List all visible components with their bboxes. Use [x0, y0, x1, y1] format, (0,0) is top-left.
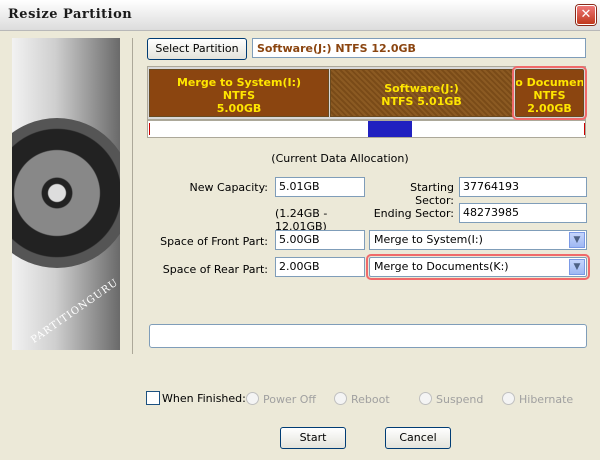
radio-dot: [502, 392, 515, 405]
front-part-combo-value: Merge to System(I:): [374, 233, 483, 246]
partition-name: to Documents: [515, 76, 584, 89]
chevron-down-icon[interactable]: ▼: [569, 232, 585, 248]
radio-dot: [334, 392, 347, 405]
radio-label: Suspend: [436, 393, 484, 406]
partition-name: Software(J:): [384, 82, 459, 95]
radio-label: Reboot: [351, 393, 390, 406]
selected-partition-text: Software(J:) NTFS 12.0GB: [257, 42, 416, 55]
new-capacity-field[interactable]: 5.01GB: [275, 177, 365, 197]
title-bar: Resize Partition ✕: [0, 0, 600, 31]
radio-hibernate[interactable]: Hibernate: [502, 392, 573, 406]
starting-sector-field[interactable]: 37764193: [459, 177, 587, 197]
front-part-label: Space of Front Part:: [160, 235, 268, 248]
radio-suspend[interactable]: Suspend: [419, 392, 483, 406]
partition-block-system[interactable]: Merge to System(I:) NTFS 5.00GB: [149, 69, 329, 117]
window-title: Resize Partition: [8, 7, 133, 22]
partition-fs: NTFS: [222, 89, 256, 102]
start-button[interactable]: Start: [280, 427, 346, 449]
allocation-used: [368, 121, 412, 137]
partition-block-documents[interactable]: to Documents NTFS 2.00GB: [512, 66, 587, 120]
allocation-caption: (Current Data Allocation): [271, 152, 409, 165]
new-capacity-label: New Capacity:: [189, 181, 268, 194]
hard-disk-image: [12, 118, 120, 268]
brand-watermark: PARTITIONGURU: [29, 277, 120, 346]
ending-sector-label: Ending Sector:: [373, 207, 454, 220]
rear-part-combo-value: Merge to Documents(K:): [374, 260, 509, 273]
chevron-down-icon[interactable]: ▼: [569, 259, 585, 275]
radio-dot: [246, 392, 259, 405]
resize-partition-window: Resize Partition ✕ PARTITIONGURU Select …: [0, 0, 600, 460]
radio-label: Power Off: [263, 393, 316, 406]
data-allocation-bar: [147, 120, 586, 138]
divider: [132, 38, 133, 354]
rear-part-combo[interactable]: Merge to Documents(K:) ▼: [366, 254, 590, 280]
select-partition-button[interactable]: Select Partition: [147, 38, 247, 60]
rear-part-field[interactable]: 2.00GB: [275, 257, 365, 277]
partition-fs-size: NTFS 5.01GB: [381, 95, 462, 108]
partition-name: Merge to System(I:): [176, 76, 301, 89]
radio-reboot[interactable]: Reboot: [334, 392, 390, 406]
partition-fs: NTFS: [533, 89, 566, 102]
radio-dot: [419, 392, 432, 405]
when-finished-label: When Finished:: [162, 392, 246, 405]
ending-sector-field[interactable]: 48273985: [459, 203, 587, 223]
progress-bar: [149, 324, 587, 348]
partition-block-software[interactable]: Software(J:) NTFS 5.01GB: [330, 69, 513, 117]
close-icon: ✕: [580, 7, 592, 22]
partition-size: 5.00GB: [216, 102, 262, 115]
allocation-marker-left: [149, 123, 150, 135]
radio-label: Hibernate: [519, 393, 574, 406]
rear-part-label: Space of Rear Part:: [162, 263, 268, 276]
selected-partition-display: Software(J:) NTFS 12.0GB: [252, 38, 586, 58]
allocation-marker-right: [584, 123, 585, 135]
cancel-button[interactable]: Cancel: [385, 427, 451, 449]
close-button[interactable]: ✕: [576, 5, 596, 25]
front-part-field[interactable]: 5.00GB: [275, 230, 365, 250]
when-finished-checkbox[interactable]: [146, 391, 160, 405]
starting-sector-label: Starting Sector:: [410, 181, 454, 207]
radio-power-off[interactable]: Power Off: [246, 392, 316, 406]
side-image-panel: PARTITIONGURU: [12, 38, 120, 350]
partition-size: 2.00GB: [527, 102, 572, 115]
front-part-combo[interactable]: Merge to System(I:) ▼: [369, 230, 587, 250]
